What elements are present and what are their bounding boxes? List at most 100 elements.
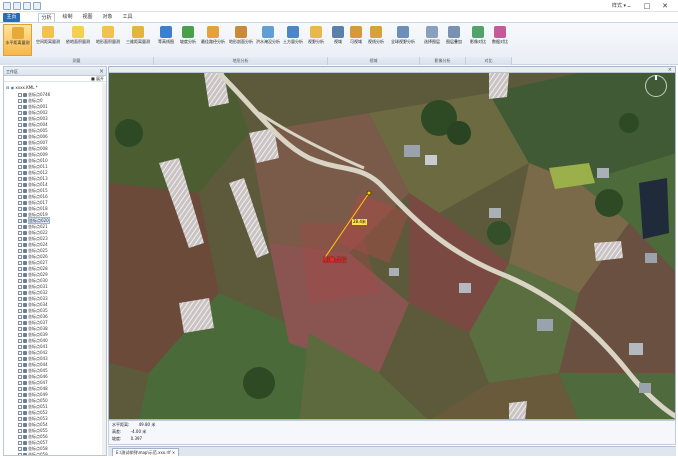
checkbox[interactable]	[18, 183, 22, 187]
checkbox[interactable]	[18, 327, 22, 331]
ground-area-button[interactable]: 依地面积量测	[64, 24, 92, 56]
view-area-button[interactable]: 视域	[330, 24, 346, 56]
checkbox[interactable]	[18, 159, 22, 163]
tab-home[interactable]: 主页	[3, 13, 20, 22]
compass-icon[interactable]	[645, 75, 667, 97]
app-logo-icon[interactable]	[3, 2, 11, 10]
panel-scrollbar[interactable]	[102, 83, 106, 455]
checkbox[interactable]	[18, 285, 22, 289]
checkbox[interactable]	[18, 423, 22, 427]
checkbox[interactable]	[18, 417, 22, 421]
checkbox[interactable]	[18, 111, 22, 115]
visible-area-button[interactable]: 可视域	[348, 24, 364, 56]
tab-tools[interactable]: 工具	[120, 13, 135, 22]
checkbox[interactable]	[18, 369, 22, 373]
image-compare-button[interactable]: 影像对比	[468, 24, 488, 56]
checkbox[interactable]	[18, 429, 22, 433]
tab-draw[interactable]: 绘制	[60, 13, 75, 22]
checkbox[interactable]	[18, 351, 22, 355]
checkbox[interactable]	[18, 315, 22, 319]
checkbox[interactable]	[18, 195, 22, 199]
measure-start-point[interactable]	[366, 190, 372, 196]
checkbox[interactable]	[18, 207, 22, 211]
checkbox[interactable]	[18, 93, 22, 97]
checkbox[interactable]	[18, 405, 22, 409]
checkbox[interactable]	[18, 135, 22, 139]
checkbox[interactable]	[18, 201, 22, 205]
quick-open-icon[interactable]	[33, 2, 41, 10]
horizontal-distance-button[interactable]: 水平距离量测	[3, 24, 32, 56]
checkbox[interactable]	[18, 411, 22, 415]
checkbox[interactable]	[18, 357, 22, 361]
tree-item[interactable]: 坐标点059	[18, 452, 48, 455]
checkbox[interactable]	[18, 147, 22, 151]
checkbox[interactable]	[18, 261, 22, 265]
checkbox[interactable]	[18, 267, 22, 271]
checkbox[interactable]	[18, 339, 22, 343]
checkbox[interactable]	[18, 141, 22, 145]
panel-close-icon[interactable]: ×	[99, 67, 104, 76]
tab-view[interactable]: 视图	[80, 13, 95, 22]
checkbox[interactable]	[18, 321, 22, 325]
quick-save-icon[interactable]	[23, 2, 31, 10]
checkbox[interactable]	[18, 237, 22, 241]
checkbox[interactable]	[18, 279, 22, 283]
slope-button[interactable]: 坡度分析	[178, 24, 198, 56]
checkbox[interactable]	[18, 297, 22, 301]
checkbox[interactable]	[18, 291, 22, 295]
checkbox[interactable]	[18, 273, 22, 277]
checkbox[interactable]	[18, 219, 22, 223]
global-view-button[interactable]: 全球视野分析	[388, 24, 418, 56]
select-layer-button[interactable]: 选择图层	[422, 24, 442, 56]
checkbox[interactable]	[18, 399, 22, 403]
best-path-button[interactable]: 最佳路径分析	[200, 24, 226, 56]
terrain-profile-button[interactable]: 地形剖面分析	[228, 24, 254, 56]
checkbox[interactable]	[18, 387, 22, 391]
expand-button[interactable]: ■ 展开	[91, 76, 104, 82]
checkbox[interactable]	[18, 231, 22, 235]
contour-button[interactable]: 等高线图	[156, 24, 176, 56]
checkbox[interactable]	[18, 255, 22, 259]
checkbox[interactable]	[18, 381, 22, 385]
3d-distance-button[interactable]: 三维距离量测	[124, 24, 152, 56]
flood-button[interactable]: 洪水淹没分析	[256, 24, 280, 56]
checkbox[interactable]	[18, 177, 22, 181]
checkbox[interactable]	[18, 117, 22, 121]
checkbox[interactable]	[18, 165, 22, 169]
checkbox[interactable]	[18, 441, 22, 445]
checkbox[interactable]	[18, 153, 22, 157]
document-tab[interactable]: E:\测试样例\map\示范.xxx.rlf ×	[112, 448, 180, 456]
checkbox[interactable]	[18, 99, 22, 103]
checkbox[interactable]	[18, 213, 22, 217]
checkbox[interactable]	[18, 447, 22, 451]
checkbox[interactable]	[18, 309, 22, 313]
checkbox[interactable]	[18, 435, 22, 439]
tree-root[interactable]: ⊟ ◉ xxxx.KML *	[6, 85, 38, 91]
checkbox[interactable]	[18, 243, 22, 247]
minimize-button[interactable]: –	[622, 1, 636, 11]
checkbox[interactable]	[18, 393, 22, 397]
checkbox[interactable]	[18, 345, 22, 349]
checkbox[interactable]	[18, 375, 22, 379]
checkbox[interactable]	[18, 105, 22, 109]
terrain-area-button[interactable]: 地形面积量测	[94, 24, 122, 56]
checkbox[interactable]	[18, 249, 22, 253]
maximize-button[interactable]: □	[640, 1, 654, 11]
checkbox[interactable]	[18, 123, 22, 127]
checkbox[interactable]	[18, 453, 22, 455]
map-view[interactable]: × 28.4米 测量点位	[108, 66, 676, 420]
checkbox[interactable]	[18, 333, 22, 337]
earthwork-button[interactable]: 土方量分析	[282, 24, 304, 56]
tab-object[interactable]: 对象	[100, 13, 115, 22]
tab-analysis[interactable]: 分析	[38, 13, 55, 22]
checkbox[interactable]	[18, 129, 22, 133]
quick-new-icon[interactable]	[13, 2, 21, 10]
checkbox[interactable]	[18, 363, 22, 367]
close-button[interactable]: ✕	[658, 1, 672, 11]
line-of-sight-button[interactable]: 视线分析	[366, 24, 386, 56]
checkbox[interactable]	[18, 225, 22, 229]
space-distance-button[interactable]: 空间距离量测	[34, 24, 62, 56]
data-compare-button[interactable]: 数据对比	[490, 24, 510, 56]
checkbox[interactable]	[18, 189, 22, 193]
viewshed-button[interactable]: 视野分析	[306, 24, 326, 56]
